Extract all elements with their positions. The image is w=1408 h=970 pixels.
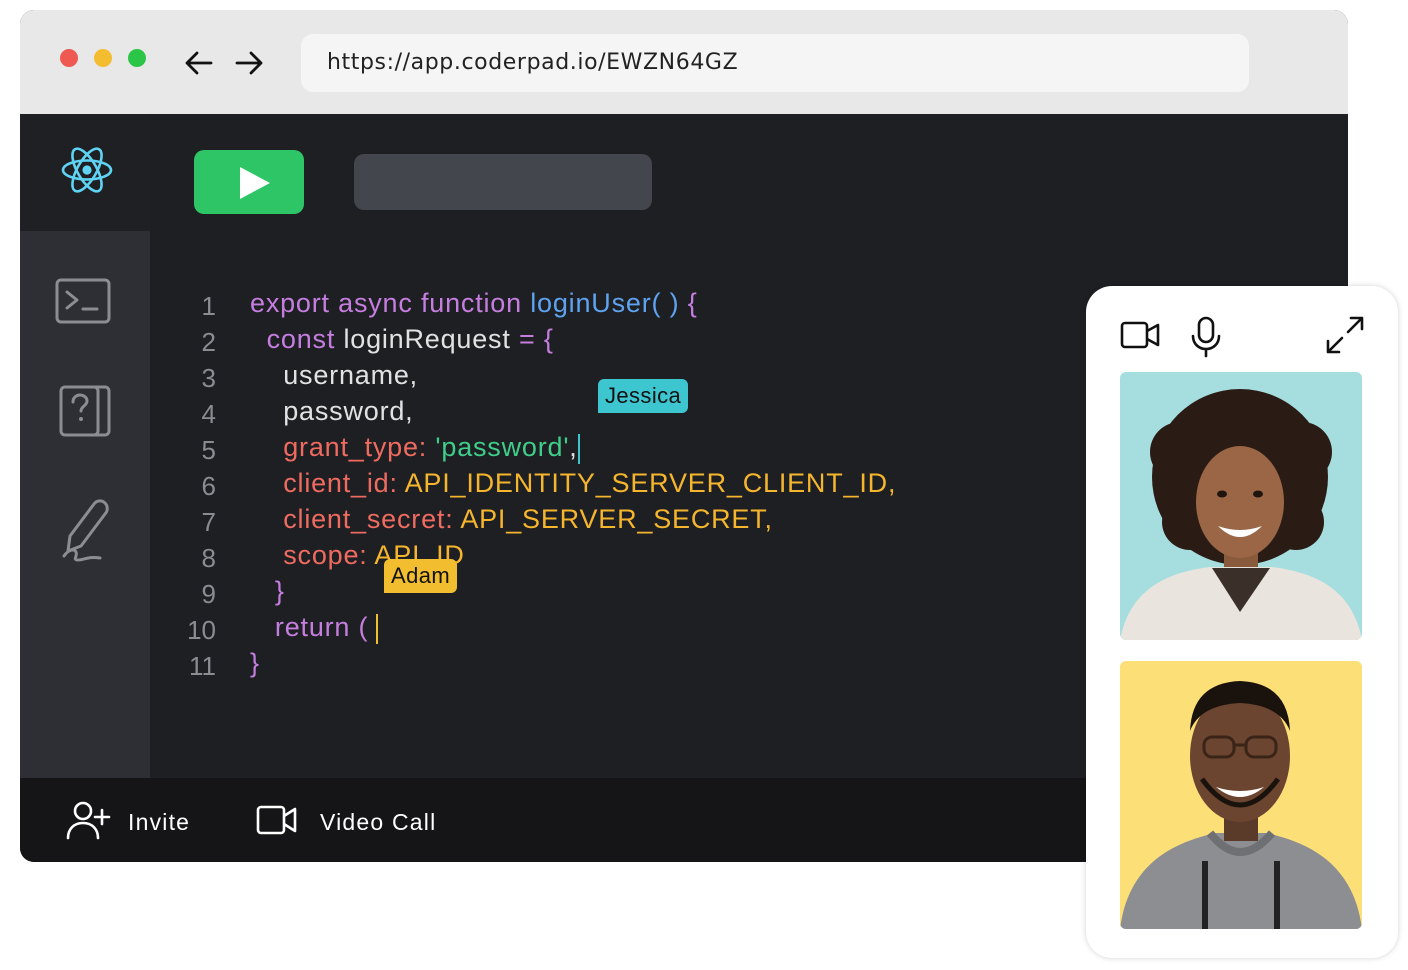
code-line: } bbox=[250, 645, 1150, 681]
invite-button[interactable]: Invite bbox=[66, 778, 216, 862]
code-property: client_id: bbox=[283, 468, 405, 498]
code-operator: = { bbox=[518, 324, 554, 354]
camera-icon[interactable] bbox=[1120, 320, 1160, 355]
collaborator-tag-adam: Adam bbox=[384, 559, 458, 593]
window-minimize-dot[interactable] bbox=[94, 49, 112, 67]
code-keyword: export async function bbox=[250, 288, 531, 318]
collaborator-cursor-adam bbox=[376, 613, 379, 644]
browser-titlebar: https://app.coderpad.io/EWZN64GZ bbox=[20, 10, 1348, 114]
participant-avatar bbox=[1120, 681, 1362, 929]
line-number: 2 bbox=[201, 327, 216, 357]
code-string: 'password' bbox=[435, 432, 570, 462]
expand-icon[interactable] bbox=[1324, 314, 1366, 361]
video-camera-icon bbox=[256, 805, 297, 835]
line-number: 4 bbox=[201, 399, 216, 429]
video-call-label: Video Call bbox=[320, 809, 437, 835]
window-maximize-dot[interactable] bbox=[128, 49, 146, 67]
code-line: grant_type: 'password', Jessica bbox=[250, 379, 1150, 465]
pen-icon[interactable] bbox=[60, 496, 110, 569]
code-brace: } bbox=[274, 576, 285, 606]
code-punctuation: , bbox=[569, 432, 578, 462]
code-constant: API_IDENTITY_SERVER_CLIENT_ID, bbox=[404, 468, 897, 498]
line-number-gutter: 1 2 3 4 5 6 7 8 9 10 11 bbox=[150, 288, 216, 684]
code-property: grant_type: bbox=[283, 432, 436, 462]
code-line: return ( Adam bbox=[250, 559, 1150, 645]
microphone-icon[interactable] bbox=[1190, 316, 1222, 363]
code-identifier: loginRequest bbox=[343, 324, 519, 354]
add-user-icon bbox=[66, 801, 111, 840]
code-line: password, bbox=[250, 393, 1150, 429]
line-number: 3 bbox=[201, 363, 216, 393]
address-bar[interactable]: https://app.coderpad.io/EWZN64GZ bbox=[301, 34, 1249, 92]
code-property: client_secret: bbox=[283, 504, 461, 534]
terminal-icon[interactable] bbox=[55, 278, 111, 329]
sidebar bbox=[20, 114, 150, 778]
invite-label: Invite bbox=[128, 809, 191, 835]
participant-video-adam[interactable] bbox=[1120, 661, 1362, 929]
line-number: 11 bbox=[189, 651, 216, 681]
collaborator-tag-jessica: Jessica bbox=[598, 379, 689, 413]
line-number: 9 bbox=[201, 579, 216, 609]
code-line: username, bbox=[250, 357, 1150, 393]
language-select[interactable] bbox=[354, 154, 652, 210]
code-constant: API_SERVER_SECRET, bbox=[460, 504, 773, 534]
code-line: client_secret: API_SERVER_SECRET, bbox=[250, 501, 1150, 537]
line-number: 1 bbox=[201, 291, 216, 321]
question-icon[interactable] bbox=[58, 384, 112, 443]
forward-arrow-icon[interactable] bbox=[232, 46, 266, 80]
code-identifier: password, bbox=[283, 396, 414, 426]
code-property: scope: bbox=[283, 540, 375, 570]
line-number: 5 bbox=[201, 435, 216, 465]
code-content[interactable]: export async function loginUser( ) { con… bbox=[250, 285, 1150, 681]
code-identifier: username, bbox=[283, 360, 418, 390]
react-icon[interactable] bbox=[60, 146, 114, 194]
code-keyword: return ( bbox=[274, 612, 369, 642]
code-brace: } bbox=[250, 648, 260, 678]
video-call-panel bbox=[1086, 286, 1398, 958]
code-brace: { bbox=[687, 288, 698, 318]
code-line: client_id: API_IDENTITY_SERVER_CLIENT_ID… bbox=[250, 465, 1150, 501]
sidebar-language-area bbox=[20, 114, 150, 231]
back-arrow-icon[interactable] bbox=[182, 46, 216, 80]
run-button[interactable] bbox=[194, 150, 304, 214]
code-keyword: const bbox=[266, 324, 344, 354]
code-function-name: loginUser( ) bbox=[530, 288, 688, 318]
collaborator-cursor-jessica bbox=[577, 433, 580, 464]
window-close-dot[interactable] bbox=[60, 49, 78, 67]
line-number: 7 bbox=[201, 507, 216, 537]
line-number: 8 bbox=[201, 543, 216, 573]
line-number: 10 bbox=[187, 615, 216, 645]
code-line: export async function loginUser( ) { bbox=[250, 285, 1150, 321]
video-call-button[interactable]: Video Call bbox=[256, 778, 456, 862]
participant-avatar bbox=[1120, 389, 1362, 640]
participant-video-jessica[interactable] bbox=[1120, 372, 1362, 640]
code-line: const loginRequest = { bbox=[250, 321, 1150, 357]
line-number: 6 bbox=[201, 471, 216, 501]
